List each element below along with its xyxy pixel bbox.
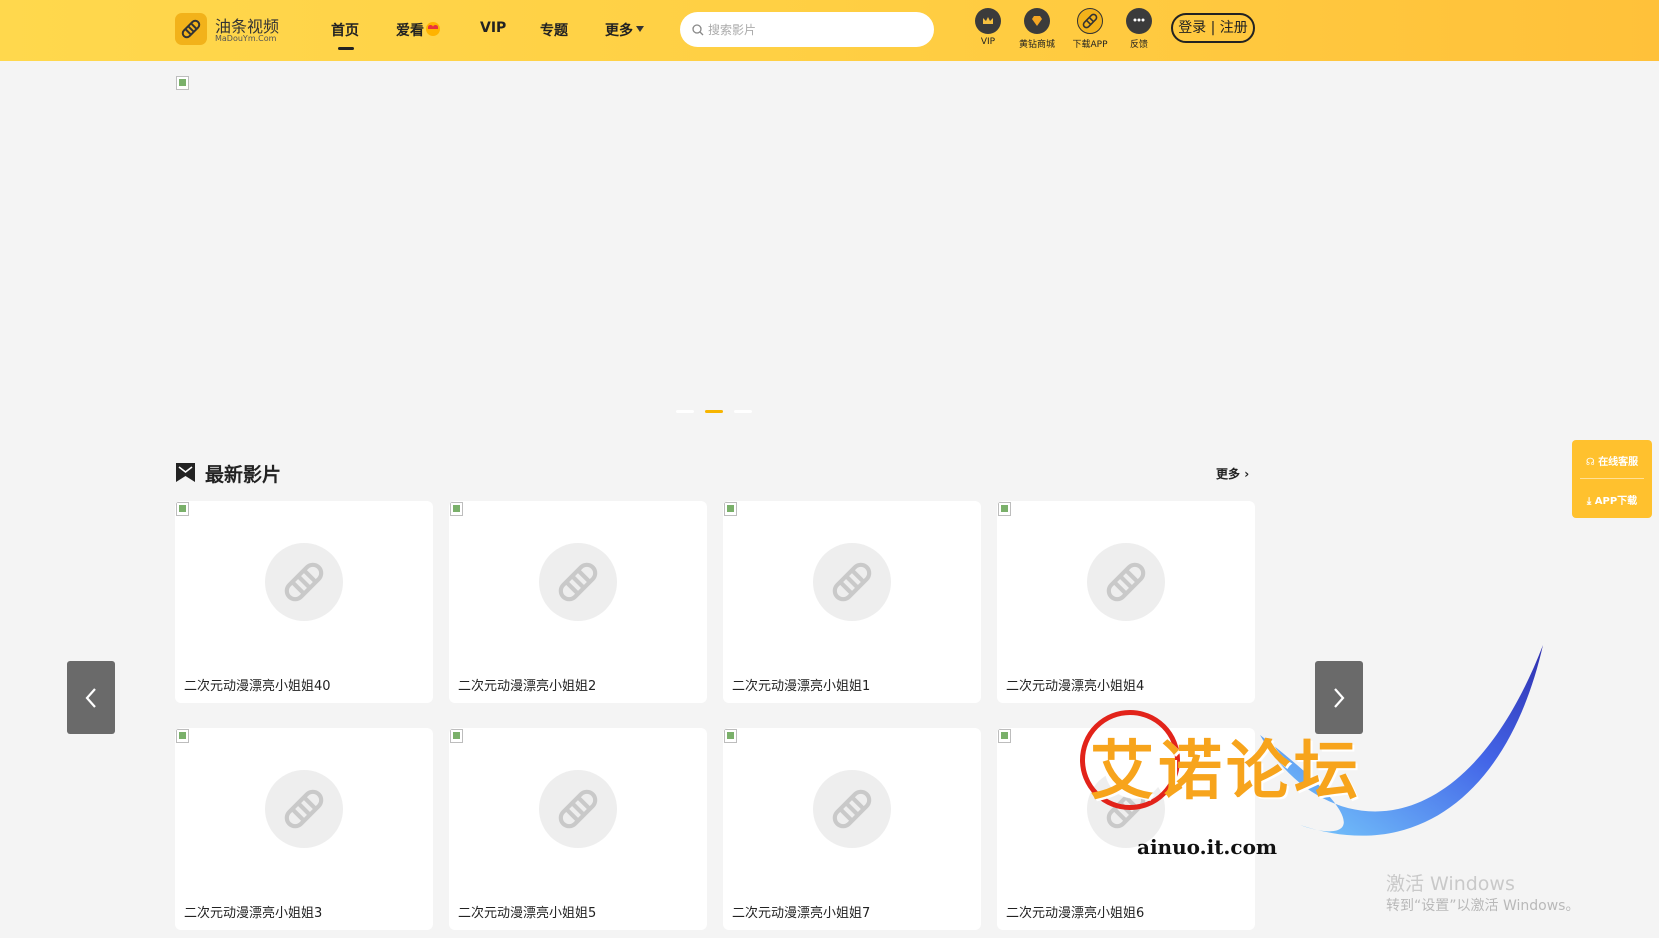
video-thumbnail <box>724 502 737 516</box>
chevron-left-icon <box>85 688 96 708</box>
search-box[interactable] <box>680 12 934 47</box>
video-card[interactable]: 二次元动漫漂亮小姐姐40 <box>175 501 433 703</box>
side-divider <box>1580 478 1644 479</box>
video-title[interactable]: 二次元动漫漂亮小姐姐2 <box>458 675 596 694</box>
video-thumbnail <box>176 729 189 743</box>
header-feedback-button[interactable]: 反馈 <box>1109 8 1169 50</box>
video-card[interactable]: 二次元动漫漂亮小姐姐5 <box>449 728 707 930</box>
video-title[interactable]: 二次元动漫漂亮小姐姐6 <box>1006 902 1144 921</box>
prev-arrow-button[interactable] <box>67 661 115 734</box>
carousel-dot-3[interactable] <box>734 410 752 413</box>
film-flag-icon <box>176 463 195 482</box>
placeholder-logo-icon <box>265 770 343 848</box>
search-input[interactable] <box>706 19 910 41</box>
banner-image[interactable] <box>176 76 189 90</box>
video-card[interactable]: 二次元动漫漂亮小姐姐7 <box>723 728 981 930</box>
chevron-right-icon: › <box>1244 467 1250 481</box>
search-icon <box>692 24 704 36</box>
video-thumbnail <box>450 502 463 516</box>
placeholder-logo-icon <box>813 770 891 848</box>
logo-subtitle: MaDouYm.Com <box>215 34 277 43</box>
placeholder-logo-icon <box>539 770 617 848</box>
windows-activation-title: 激活 Windows <box>1386 873 1515 895</box>
video-title[interactable]: 二次元动漫漂亮小姐姐1 <box>732 675 870 694</box>
nav-more-label: 更多 <box>605 23 633 39</box>
header-feedback-label: 反馈 <box>1129 40 1148 50</box>
top-header: 油条视频 MaDouYm.Com 首页 爱看 VIP 专题 更多 VIP 黄钻商… <box>0 0 1659 61</box>
section-more-link[interactable]: 更多 › <box>1216 465 1249 482</box>
watermark-url: ainuo.it.com <box>1137 835 1278 859</box>
download-icon: ⤓ <box>1586 496 1592 507</box>
watermark-brand: 艾诺论坛 <box>1090 735 1362 809</box>
headset-icon: ☊ <box>1585 457 1595 468</box>
video-card[interactable]: 二次元动漫漂亮小姐姐3 <box>175 728 433 930</box>
video-thumbnail <box>998 729 1011 743</box>
feedback-icon <box>1126 8 1152 34</box>
nav-more[interactable]: 更多 <box>605 20 644 40</box>
caret-down-icon <box>636 26 644 32</box>
nav-vip[interactable]: VIP <box>480 20 506 36</box>
header-shop-label: 黄钻商城 <box>1018 40 1055 50</box>
online-service-label: 在线客服 <box>1598 457 1639 468</box>
placeholder-logo-icon <box>813 543 891 621</box>
placeholder-logo-icon <box>265 543 343 621</box>
diamond-shop-icon <box>1024 8 1050 34</box>
video-card[interactable]: 二次元动漫漂亮小姐姐2 <box>449 501 707 703</box>
app-download-label: APP下载 <box>1594 496 1638 507</box>
nav-aikan[interactable]: 爱看 <box>396 20 440 40</box>
video-thumbnail <box>450 729 463 743</box>
download-app-icon <box>1077 8 1103 34</box>
carousel-dot-2[interactable] <box>705 410 723 413</box>
video-card[interactable]: 二次元动漫漂亮小姐姐1 <box>723 501 981 703</box>
login-register-button[interactable]: 登录 | 注册 <box>1171 13 1255 43</box>
video-title[interactable]: 二次元动漫漂亮小姐姐5 <box>458 902 596 921</box>
logo-icon[interactable] <box>175 13 207 45</box>
video-thumbnail <box>724 729 737 743</box>
header-shop-button[interactable]: 黄钻商城 <box>1007 8 1067 50</box>
windows-activation-hint: 转到“设置”以激活 Windows。 <box>1386 898 1580 914</box>
video-title[interactable]: 二次元动漫漂亮小姐姐3 <box>184 902 322 921</box>
nav-aikan-label: 爱看 <box>396 23 424 39</box>
video-card[interactable]: 二次元动漫漂亮小姐姐4 <box>997 501 1255 703</box>
placeholder-logo-icon <box>1087 543 1165 621</box>
section-title: 最新影片 <box>205 464 282 486</box>
online-service-button[interactable]: ☊ 在线客服 <box>1572 453 1652 468</box>
placeholder-logo-icon <box>539 543 617 621</box>
app-download-button[interactable]: ⤓ APP下载 <box>1572 492 1652 507</box>
video-title[interactable]: 二次元动漫漂亮小姐姐7 <box>732 902 870 921</box>
nav-home[interactable]: 首页 <box>331 20 359 40</box>
side-toolbar: ☊ 在线客服 ⤓ APP下载 <box>1572 440 1652 518</box>
vip-crown-icon <box>975 8 1001 34</box>
video-title[interactable]: 二次元动漫漂亮小姐姐40 <box>184 675 331 694</box>
video-thumbnail <box>998 502 1011 516</box>
nav-topics[interactable]: 专题 <box>540 20 568 40</box>
carousel-dot-1[interactable] <box>676 410 694 413</box>
heart-eyes-icon <box>426 22 440 36</box>
video-title[interactable]: 二次元动漫漂亮小姐姐4 <box>1006 675 1144 694</box>
video-thumbnail <box>176 502 189 516</box>
nav-active-indicator <box>338 47 354 50</box>
section-more-label: 更多 <box>1216 467 1241 481</box>
